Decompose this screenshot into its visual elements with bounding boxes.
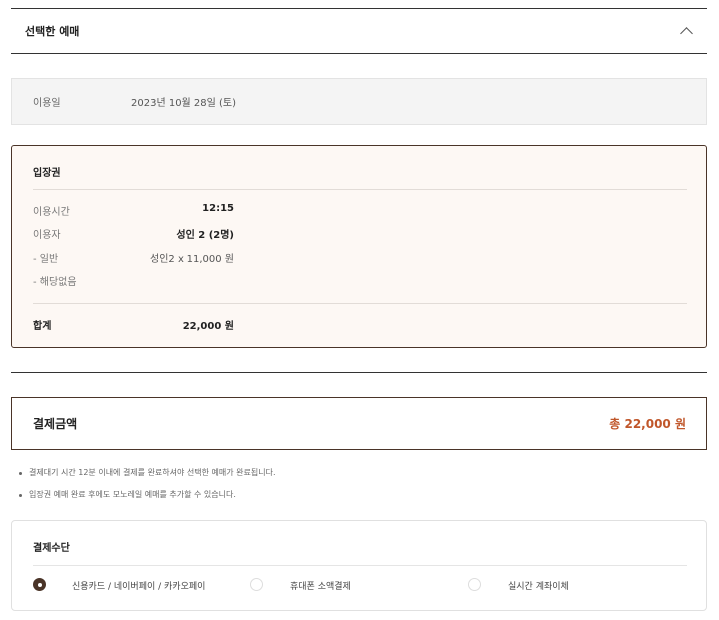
- visit-date-label: 이용일: [33, 98, 61, 109]
- note-item: 결제대기 시간 12분 이내에 결제를 완료하셔야 선택한 예매가 완료됩니다.: [18, 467, 708, 489]
- radio-selected-icon[interactable]: [33, 578, 46, 591]
- divider: [33, 189, 687, 190]
- payment-amount-label: 결제금액: [33, 417, 78, 431]
- time-row: 이용시간 12:15: [33, 203, 234, 218]
- note-item: 입장권 예매 완료 후에도 모노레일 예매를 추가할 수 있습니다.: [18, 489, 708, 511]
- chevron-up-icon[interactable]: [680, 26, 693, 40]
- visit-date-value: 2023년 10월 28일 (토): [131, 98, 237, 109]
- time-value: 12:15: [202, 203, 234, 214]
- payment-option-label: 휴대폰 소액결제: [290, 582, 351, 592]
- payment-option-label: 신용카드 / 네이버페이 / 카카오페이: [72, 582, 206, 592]
- payment-method-card: 결제수단 신용카드 / 네이버페이 / 카카오페이 휴대폰 소액결제 실시간 계…: [11, 520, 707, 611]
- section-divider: [11, 372, 707, 373]
- selected-booking-header[interactable]: 선택한 예매: [11, 8, 707, 54]
- general-label: - 일반: [33, 254, 59, 265]
- payment-amount-box: 결제금액 총 22,000 원: [11, 397, 707, 450]
- time-label: 이용시간: [33, 207, 70, 218]
- total-label: 합계: [33, 321, 52, 332]
- visit-date-row: 이용일 2023년 10월 28일 (토): [11, 78, 707, 125]
- general-price: 11,000 원: [186, 254, 234, 265]
- payment-amount-value: 총 22,000 원: [609, 417, 686, 431]
- ticket-summary-card: 입장권 이용시간 12:15 이용자 성인 2 (2명) - 일반 성인2 x …: [11, 145, 707, 348]
- total-row: 합계 22,000 원: [33, 317, 234, 332]
- none-label: - 해당없음: [33, 277, 77, 288]
- payment-method-title: 결제수단: [33, 543, 70, 554]
- ticket-title: 입장권: [33, 168, 61, 179]
- divider: [33, 565, 687, 566]
- payment-option-label: 실시간 계좌이체: [508, 582, 569, 592]
- radio-icon[interactable]: [468, 578, 481, 591]
- general-row: - 일반 성인2 x 11,000 원: [33, 250, 234, 265]
- payment-notes: 결제대기 시간 12분 이내에 결제를 완료하셔야 선택한 예매가 완료됩니다.…: [18, 467, 708, 511]
- users-label: 이용자: [33, 230, 61, 241]
- total-value: 22,000 원: [182, 321, 234, 332]
- radio-icon[interactable]: [250, 578, 263, 591]
- section-title: 선택한 예매: [25, 25, 80, 38]
- users-row: 이용자 성인 2 (2명): [33, 226, 234, 241]
- users-value: 성인 2 (2명): [176, 230, 234, 241]
- divider: [33, 303, 687, 304]
- general-qty: 성인2 x: [150, 254, 184, 265]
- none-row: - 해당없음: [33, 273, 234, 288]
